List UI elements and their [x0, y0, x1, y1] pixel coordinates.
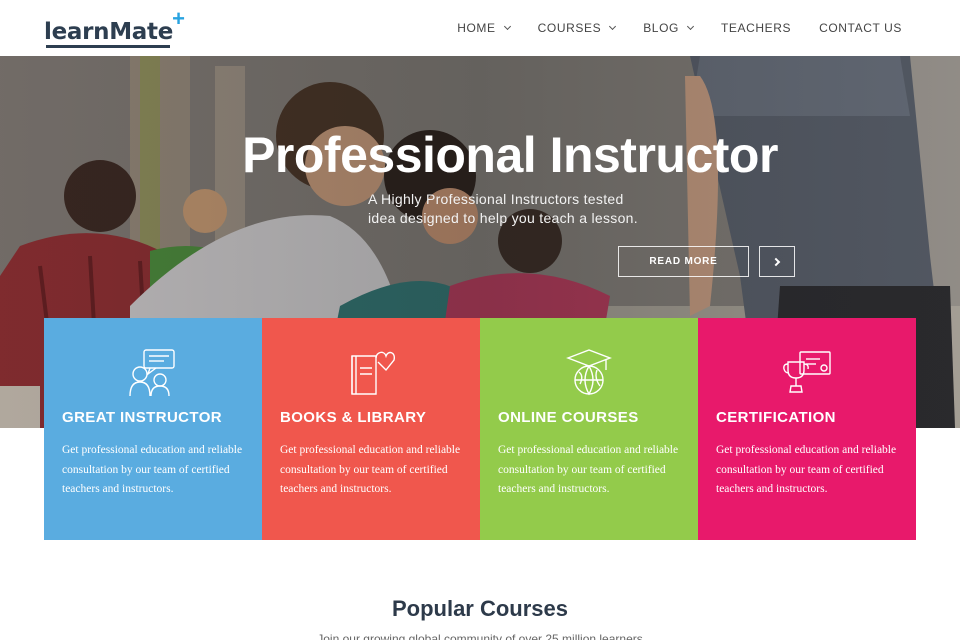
logo[interactable]: learnMate + [44, 8, 185, 48]
feature-card-description: Get professional education and reliable … [716, 444, 897, 496]
feature-card-title: CERTIFICATION [716, 409, 836, 426]
hero-subtitle: A Highly Professional Instructors tested… [368, 190, 668, 228]
hero-title: Professional Instructor [242, 127, 778, 183]
nav-label: BLOG [643, 21, 679, 35]
instructor-chat-icon [44, 348, 262, 398]
logo-underline [46, 45, 170, 48]
chevron-down-icon [609, 22, 617, 31]
feature-card-books-library[interactable]: BOOKS & LIBRARY Get professional educati… [262, 318, 480, 540]
popular-courses-title: Popular Courses [391, 596, 569, 621]
chevron-right-icon [771, 257, 780, 266]
globe-graduation-cap-icon [480, 348, 698, 398]
feature-card-certification[interactable]: CERTIFICATION Get professional education… [698, 318, 916, 540]
feature-cards: GREAT INSTRUCTOR Get professional educat… [44, 318, 916, 540]
hero-subtitle-line-1: A Highly Professional Instructors tested [368, 191, 624, 207]
nav-item-teachers[interactable]: TEACHERS [721, 21, 791, 35]
feature-card-description: Get professional education and reliable … [280, 444, 461, 496]
feature-card-title: GREAT INSTRUCTOR [62, 409, 223, 426]
logo-plus-icon: + [172, 6, 186, 31]
feature-card-description: Get professional education and reliable … [498, 444, 679, 496]
feature-card-description: Get professional education and reliable … [62, 444, 243, 496]
nav-item-home[interactable]: HOME [457, 21, 511, 35]
hero-next-button[interactable] [759, 246, 795, 277]
feature-card-title: ONLINE COURSES [498, 409, 639, 426]
nav-item-courses[interactable]: COURSES [537, 21, 617, 35]
book-heart-icon [262, 348, 480, 398]
nav-label: HOME [457, 21, 496, 35]
trophy-certificate-icon [698, 348, 916, 398]
site-header: learnMate + HOME COURSES BLOG TEACHERS C… [0, 0, 960, 56]
nav-label: TEACHERS [720, 21, 792, 35]
nav-label: CONTACT US [819, 21, 902, 35]
feature-card-online-courses[interactable]: ONLINE COURSES Get professional educatio… [480, 318, 698, 540]
nav-label: COURSES [537, 21, 602, 35]
hero-subtitle-line-2: idea designed to help you teach a lesson… [368, 210, 638, 226]
logo-text: learnMate [44, 19, 174, 45]
nav-item-contact-us[interactable]: CONTACT US [819, 21, 902, 35]
popular-courses-subtitle: Join our growing global community of ove… [317, 632, 643, 640]
chevron-down-icon [503, 22, 511, 31]
nav-item-blog[interactable]: BLOG [643, 21, 694, 35]
read-more-button[interactable]: READ MORE [618, 246, 749, 277]
chevron-down-icon [686, 22, 694, 31]
feature-card-great-instructor[interactable]: GREAT INSTRUCTOR Get professional educat… [44, 318, 262, 540]
main-nav: HOME COURSES BLOG TEACHERS CONTACT US [429, 0, 902, 56]
feature-card-title: BOOKS & LIBRARY [280, 409, 427, 426]
